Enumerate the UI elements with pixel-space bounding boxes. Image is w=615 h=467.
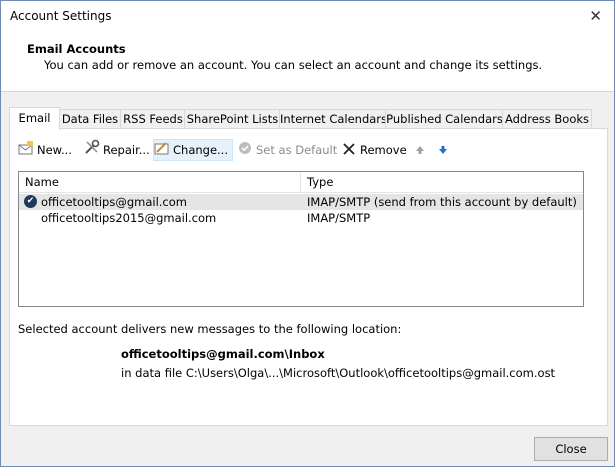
column-header-name[interactable]: Name	[25, 175, 59, 189]
email-tab-panel: New... Repair... Change... Set as Defaul…	[9, 128, 608, 426]
tab-sharepoint-lists[interactable]: SharePoint Lists	[184, 109, 281, 129]
header-description: You can add or remove an account. You ca…	[44, 58, 543, 72]
account-list[interactable]: Name Type ✔ officetooltips@gmail.com IMA…	[18, 171, 584, 307]
checkmark-circle-icon	[237, 140, 253, 162]
account-type: IMAP/SMTP	[307, 211, 371, 225]
repair-button[interactable]: Repair...	[84, 139, 150, 161]
new-mail-icon	[18, 140, 34, 162]
account-name: officetooltips@gmail.com	[41, 195, 187, 209]
remove-button-label: Remove	[360, 143, 407, 157]
new-button-label: New...	[37, 143, 72, 157]
account-row[interactable]: officetooltips2015@gmail.com IMAP/SMTP	[19, 210, 583, 226]
window-title: Account Settings	[10, 9, 112, 23]
arrow-down-icon	[435, 140, 451, 162]
move-up-button[interactable]	[412, 139, 431, 161]
tools-icon	[84, 139, 100, 162]
tab-published-calendars[interactable]: Published Calendars	[385, 109, 504, 129]
move-down-button[interactable]	[435, 139, 454, 161]
set-as-default-button[interactable]: Set as Default	[237, 139, 337, 161]
tab-address-books[interactable]: Address Books	[502, 109, 592, 129]
change-button-label: Change...	[173, 143, 228, 157]
account-toolbar: New... Repair... Change... Set as Defaul…	[10, 139, 607, 163]
remove-button[interactable]: Remove	[341, 139, 407, 161]
x-icon	[341, 140, 357, 162]
default-account-icon: ✔	[24, 195, 37, 208]
column-header-type[interactable]: Type	[307, 175, 333, 189]
account-name: officetooltips2015@gmail.com	[41, 211, 217, 225]
close-button[interactable]: Close	[534, 437, 608, 461]
account-settings-window: Account Settings ✕ Email Accounts You ca…	[0, 0, 615, 467]
arrow-up-icon	[412, 140, 428, 162]
title-bar: Account Settings ✕	[1, 1, 614, 31]
new-button[interactable]: New...	[18, 139, 72, 161]
repair-button-label: Repair...	[103, 143, 150, 157]
change-button[interactable]: Change...	[153, 139, 233, 161]
column-separator[interactable]	[300, 172, 301, 192]
delivery-data-file: in data file C:\Users\Olga\...\Microsoft…	[121, 366, 556, 380]
close-icon[interactable]: ✕	[589, 7, 602, 25]
account-type: IMAP/SMTP (send from this account by def…	[307, 195, 577, 209]
tab-email[interactable]: Email	[9, 107, 60, 130]
tab-rss-feeds[interactable]: RSS Feeds	[120, 109, 186, 129]
list-header: Name Type	[19, 172, 583, 193]
account-row[interactable]: ✔ officetooltips@gmail.com IMAP/SMTP (se…	[19, 194, 583, 210]
delivery-location-label: Selected account delivers new messages t…	[18, 322, 402, 336]
delivery-location-path: officetooltips@gmail.com\Inbox	[121, 347, 325, 361]
change-icon	[154, 141, 170, 161]
set-as-default-label: Set as Default	[256, 143, 338, 157]
tab-internet-calendars[interactable]: Internet Calendars	[279, 109, 387, 129]
header-banner: Email Accounts You can add or remove an …	[1, 31, 614, 92]
tab-data-files[interactable]: Data Files	[58, 109, 122, 129]
header-title: Email Accounts	[27, 42, 126, 56]
